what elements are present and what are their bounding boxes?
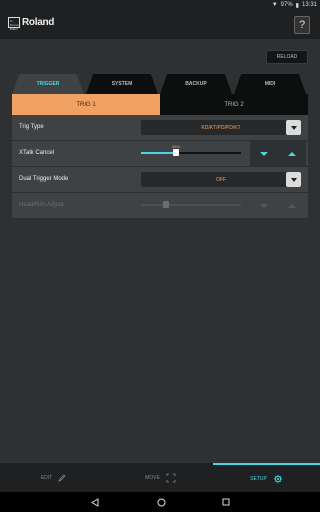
slider-fill (141, 152, 176, 154)
row-head-rim-adjust: Head/Rim Adjust (12, 193, 308, 219)
home-icon (157, 498, 165, 506)
app-bar: V-Drums Editor Roland ? (0, 10, 320, 39)
bottom-navigation: EDIT MOVE SETUP (0, 463, 320, 492)
subtab-trig-2[interactable]: TRIG 2 (160, 94, 308, 115)
row-trig-type: Trig Type KD/KT/PD/PD/KT (12, 115, 308, 141)
chevron-up-icon (288, 203, 296, 208)
back-icon (91, 497, 99, 507)
logo-mark: V-Drums Editor (8, 17, 20, 31)
back-button[interactable] (89, 496, 101, 508)
logo-text: Roland (22, 17, 55, 28)
tab-trigger[interactable]: TRIGGER (12, 74, 84, 94)
head-rim-adjust-label: Head/Rim Adjust (19, 202, 64, 208)
chevron-down-icon (260, 151, 268, 156)
help-button[interactable]: ? (294, 16, 310, 34)
battery-level: 97% (280, 2, 293, 8)
move-arrows-icon (166, 473, 176, 482)
chevron-down-icon (260, 203, 268, 208)
increment-button (278, 193, 306, 218)
logo-line2: Editor (10, 27, 18, 31)
nav-setup[interactable]: SETUP (213, 463, 320, 492)
recents-icon (222, 498, 230, 506)
gear-icon (273, 474, 283, 483)
status-bar: ▼ 97% ▮ 13:31 (0, 0, 320, 10)
tab-midi[interactable]: MIDI (234, 74, 306, 94)
home-button[interactable] (155, 496, 167, 508)
dropdown-arrow-icon[interactable] (286, 120, 301, 135)
trig-type-value: KD/KT/PD/PD/KT (201, 124, 241, 131)
head-rim-adjust-slider (141, 201, 241, 208)
roland-logo: V-Drums Editor Roland (8, 17, 55, 31)
nav-move-label: MOVE (145, 474, 160, 481)
tab-system[interactable]: SYSTEM (86, 74, 158, 94)
dropdown-arrow-icon[interactable] (286, 172, 301, 187)
decrement-button[interactable] (250, 141, 278, 166)
xtalk-cancel-label: XTalk Cancel (19, 150, 55, 156)
trig-type-select[interactable]: KD/KT/PD/PD/KT (141, 120, 301, 135)
slider-thumb[interactable] (173, 149, 179, 156)
dual-trigger-mode-value: OFF (216, 176, 226, 183)
trig-type-label: Trig Type (19, 124, 44, 130)
battery-icon: ▮ (295, 2, 299, 9)
row-dual-trigger-mode: Dual Trigger Mode OFF (12, 167, 308, 193)
decrement-button (250, 193, 278, 218)
system-navigation-bar (0, 492, 320, 512)
xtalk-cancel-slider[interactable]: 35% (141, 144, 241, 156)
trigger-subtabs: TRIG 1 TRIG 2 (12, 94, 308, 115)
nav-edit-label: EDIT (40, 474, 53, 481)
slider-thumb (163, 201, 169, 208)
reload-button[interactable]: RELOAD (266, 50, 308, 64)
increment-button[interactable] (278, 141, 306, 166)
recents-button[interactable] (220, 496, 232, 508)
signal-icon: ▼ (271, 2, 278, 8)
nav-move[interactable]: MOVE (107, 463, 214, 492)
row-xtalk-cancel: XTalk Cancel 35% (12, 141, 308, 167)
nav-edit[interactable]: EDIT (0, 463, 107, 492)
clock: 13:31 (301, 2, 317, 8)
chevron-up-icon (288, 151, 296, 156)
pencil-icon (58, 473, 66, 482)
dual-trigger-mode-select[interactable]: OFF (141, 172, 301, 187)
tab-backup[interactable]: BACKUP (160, 74, 232, 94)
dual-trigger-mode-label: Dual Trigger Mode (19, 176, 69, 182)
main-tabs: TRIGGER SYSTEM BACKUP MIDI (12, 74, 308, 94)
nav-setup-label: SETUP (250, 475, 267, 482)
parameter-panel: Trig Type KD/KT/PD/PD/KT XTalk Cancel 35… (12, 115, 308, 219)
logo-line1: V-Drums (10, 19, 19, 27)
subtab-trig-1[interactable]: TRIG 1 (12, 94, 160, 115)
